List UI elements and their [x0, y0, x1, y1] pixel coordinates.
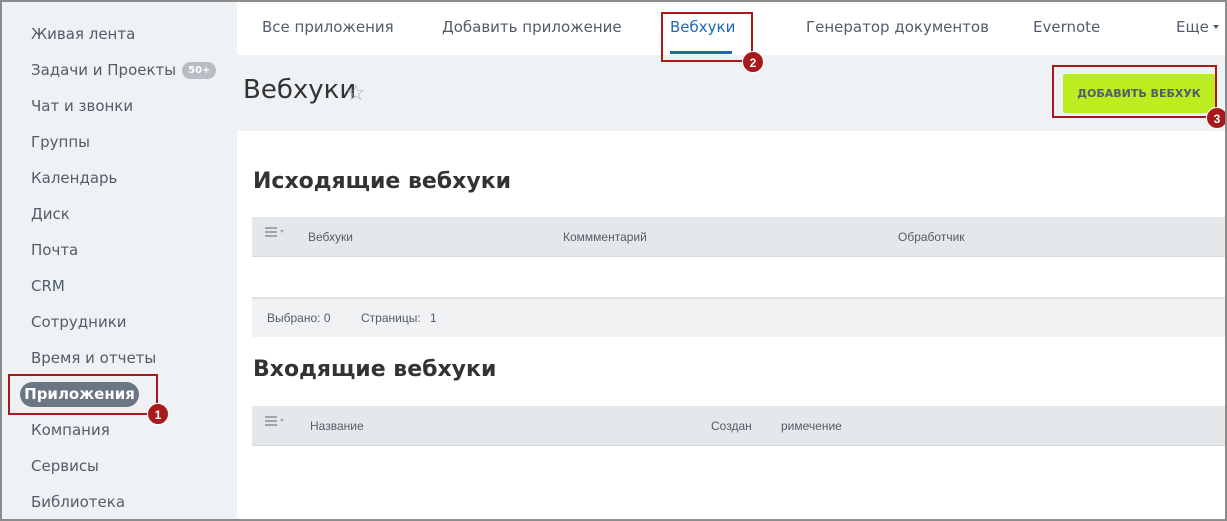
- tab-all-apps[interactable]: Все приложения: [262, 2, 394, 55]
- outgoing-grid-footer: Выбрано: 0 Страницы: 1: [252, 297, 1225, 337]
- callout-number-3: 3: [1206, 107, 1225, 129]
- column-header-webhooks[interactable]: Вебхуки: [308, 230, 353, 244]
- tab-more[interactable]: Еще: [1176, 2, 1219, 55]
- menu-icon[interactable]: [265, 416, 277, 426]
- tab-add-app[interactable]: Добавить приложение: [442, 2, 622, 55]
- page-title: Вебхуки: [243, 75, 357, 105]
- sidebar-item-tasks[interactable]: Задачи и Проекты 50+: [31, 58, 217, 82]
- incoming-webhooks-title: Входящие вебхуки: [253, 357, 497, 382]
- outgoing-grid-header: Вебхуки Коммментарий Обработчик: [252, 217, 1225, 257]
- pages-value[interactable]: 1: [430, 311, 437, 325]
- chevron-down-icon: [280, 419, 284, 422]
- sidebar-item-time-reports[interactable]: Время и отчеты: [31, 346, 156, 370]
- callout-highlight-add-button: [1052, 65, 1217, 118]
- outgoing-webhooks-title: Исходящие вебхуки: [253, 169, 512, 194]
- tab-more-label: Еще: [1176, 18, 1209, 36]
- callout-number-1: 1: [147, 403, 169, 425]
- sidebar-item-calendar[interactable]: Календарь: [31, 166, 117, 190]
- sidebar-item-live-feed[interactable]: Живая лента: [31, 22, 135, 46]
- counter-badge: 50+: [182, 62, 217, 79]
- column-header-comment[interactable]: Коммментарий: [563, 230, 647, 244]
- sidebar-item-services[interactable]: Сервисы: [31, 454, 99, 478]
- sidebar-item-groups[interactable]: Группы: [31, 130, 90, 154]
- sidebar-item-library[interactable]: Библиотека: [31, 490, 125, 514]
- star-icon[interactable]: ☆: [346, 80, 366, 106]
- menu-icon[interactable]: [265, 227, 277, 237]
- sidebar-item-mail[interactable]: Почта: [31, 238, 78, 262]
- column-header-note[interactable]: римечение: [781, 419, 842, 433]
- chevron-down-icon: [1212, 25, 1219, 29]
- pages-label: Страницы:: [361, 311, 421, 325]
- sidebar: Живая лента Задачи и Проекты 50+ Чат и зв…: [2, 2, 237, 519]
- tab-document-generator[interactable]: Генератор документов: [806, 2, 989, 55]
- sidebar-item-chat[interactable]: Чат и звонки: [31, 94, 133, 118]
- column-header-handler[interactable]: Обработчик: [898, 230, 965, 244]
- sidebar-item-disk[interactable]: Диск: [31, 202, 70, 226]
- chevron-down-icon: [280, 230, 284, 233]
- callout-highlight-applications: [8, 374, 158, 415]
- column-header-created[interactable]: Создан: [711, 419, 752, 433]
- callout-number-2: 2: [742, 51, 764, 73]
- sidebar-item-employees[interactable]: Сотрудники: [31, 310, 127, 334]
- sidebar-item-crm[interactable]: CRM: [31, 274, 65, 298]
- callout-highlight-webhooks-tab: [661, 12, 753, 62]
- selected-count: Выбрано: 0: [267, 311, 331, 325]
- incoming-grid-header: Название Создан римечение: [252, 406, 1225, 446]
- sidebar-item-company[interactable]: Компания: [31, 418, 110, 442]
- app-window: Живая лента Задачи и Проекты 50+ Чат и зв…: [0, 0, 1227, 521]
- tab-evernote[interactable]: Evernote: [1033, 2, 1100, 55]
- column-header-name[interactable]: Название: [310, 419, 364, 433]
- sidebar-item-label: Задачи и Проекты: [31, 61, 177, 79]
